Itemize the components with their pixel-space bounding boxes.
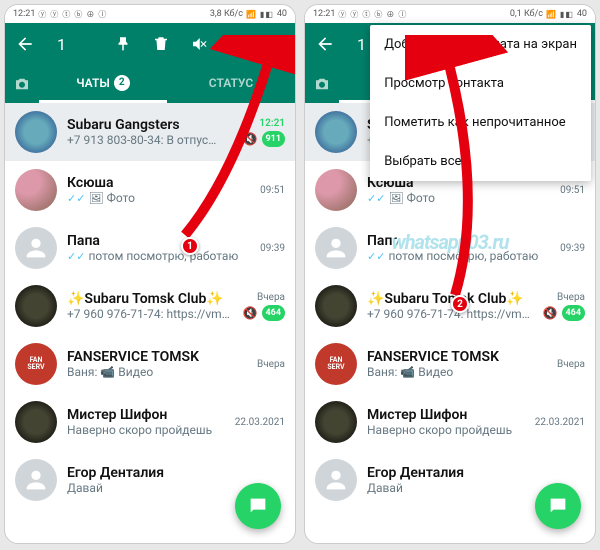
chat-row[interactable]: Ксюша ✓✓🖼Фото 09:51 [5, 161, 295, 219]
chat-row[interactable]: Мистер Шифон Наверно скоро пройдешь 22.0… [305, 393, 595, 451]
more-menu-icon[interactable] [265, 34, 285, 54]
chat-title: Subaru Gangsters [67, 117, 233, 133]
avatar[interactable] [15, 111, 57, 153]
avatar[interactable] [15, 227, 57, 269]
avatar[interactable]: FANSERV [15, 343, 57, 385]
tab-chats-badge: 2 [114, 75, 130, 91]
avatar[interactable] [315, 459, 357, 501]
chat-row[interactable]: Мистер Шифон Наверно скоро пройдешь 22.0… [5, 393, 295, 451]
menu-add-shortcut[interactable]: Добавить иконку чата на экран [370, 25, 591, 64]
new-chat-fab[interactable] [535, 483, 581, 529]
photo-icon: 🖼 [88, 191, 103, 205]
muted-icon: 🔇 [243, 306, 258, 320]
avatar[interactable] [315, 169, 357, 211]
archive-icon[interactable] [227, 34, 247, 54]
avatar[interactable] [315, 401, 357, 443]
avatar[interactable] [315, 111, 357, 153]
status-net: 3,8 Кб/с [210, 9, 243, 19]
menu-mark-unread[interactable]: Пометить как непрочитанное [370, 103, 591, 142]
read-ticks-icon: ✓✓ [67, 192, 85, 205]
avatar[interactable]: FANSERV [315, 343, 357, 385]
avatar[interactable] [315, 227, 357, 269]
phone-right: 12:21ⓨ ⓨ ⓣ ⓑ ⊕ ⓛ 0,1 Кб/с📶 ▮◧40 1 ЧАТЫ Д… [304, 4, 596, 544]
status-batt: 40 [277, 9, 287, 19]
chat-time: 12:21 [259, 118, 285, 129]
tab-camera[interactable] [305, 65, 339, 103]
avatar[interactable] [315, 285, 357, 327]
phone-left: 12:21ⓨ ⓨ ⓣ ⓑ ⊕ ⓛ 3,8 Кб/с📶 ▮◧40 1 ЧАТЫ2 … [4, 4, 296, 544]
chat-row[interactable]: Папа ✓✓потом посмотрю, работаю 09:39 [305, 219, 595, 277]
context-menu: Добавить иконку чата на экран Просмотр к… [370, 25, 591, 181]
chat-row[interactable]: ✨Subaru Tomsk Club✨ +7 960 976-71-74: ht… [305, 277, 595, 335]
menu-select-all[interactable]: Выбрать все [370, 142, 591, 181]
chat-row-selected[interactable]: Subaru Gangsters +7 913 803-80-34: В отп… [5, 103, 295, 161]
mute-icon[interactable] [189, 34, 209, 54]
muted-icon: 🔇 [243, 132, 258, 146]
pin-icon[interactable] [113, 34, 133, 54]
unread-badge: 911 [262, 131, 286, 147]
chat-row[interactable]: Папа ✓✓потом посмотрю, работаю 09:39 [5, 219, 295, 277]
tabs: ЧАТЫ2 СТАТУС [5, 65, 295, 103]
selection-count: 1 [57, 35, 66, 54]
back-arrow-icon[interactable] [15, 34, 35, 54]
delete-icon[interactable] [151, 34, 171, 54]
step-badge-2: 2 [451, 295, 469, 313]
chat-row[interactable]: ✨Subaru Tomsk Club✨ +7 960 976-71-74: ht… [5, 277, 295, 335]
menu-view-contact[interactable]: Просмотр контакта [370, 64, 591, 103]
status-time: 12:21 [13, 9, 35, 19]
chat-subtitle: +7 913 803-80-34: В отпус… [67, 133, 233, 147]
tab-chats[interactable]: ЧАТЫ2 [39, 65, 167, 103]
tab-status[interactable]: СТАТУС [167, 65, 295, 103]
back-arrow-icon[interactable] [315, 34, 335, 54]
chat-list[interactable]: Subaru Gangsters +7 913 803-80-34: В отп… [5, 103, 295, 509]
read-ticks-icon: ✓✓ [67, 250, 85, 263]
chat-row[interactable]: FANSERV FANSERVICE TOMSK Ваня: 📹 Видео В… [305, 335, 595, 393]
tab-camera[interactable] [5, 65, 39, 103]
chat-row[interactable]: FANSERV FANSERVICE TOMSK Ваня: 📹 Видео В… [5, 335, 295, 393]
status-bar: 12:21ⓨ ⓨ ⓣ ⓑ ⊕ ⓛ 3,8 Кб/с📶 ▮◧40 [5, 5, 295, 23]
avatar[interactable] [15, 169, 57, 211]
avatar[interactable] [15, 459, 57, 501]
selection-app-bar: 1 [5, 23, 295, 65]
step-badge-1: 1 [181, 237, 199, 255]
new-chat-fab[interactable] [235, 483, 281, 529]
avatar[interactable] [15, 401, 57, 443]
avatar[interactable] [15, 285, 57, 327]
status-bar: 12:21ⓨ ⓨ ⓣ ⓑ ⊕ ⓛ 0,1 Кб/с📶 ▮◧40 [305, 5, 595, 23]
